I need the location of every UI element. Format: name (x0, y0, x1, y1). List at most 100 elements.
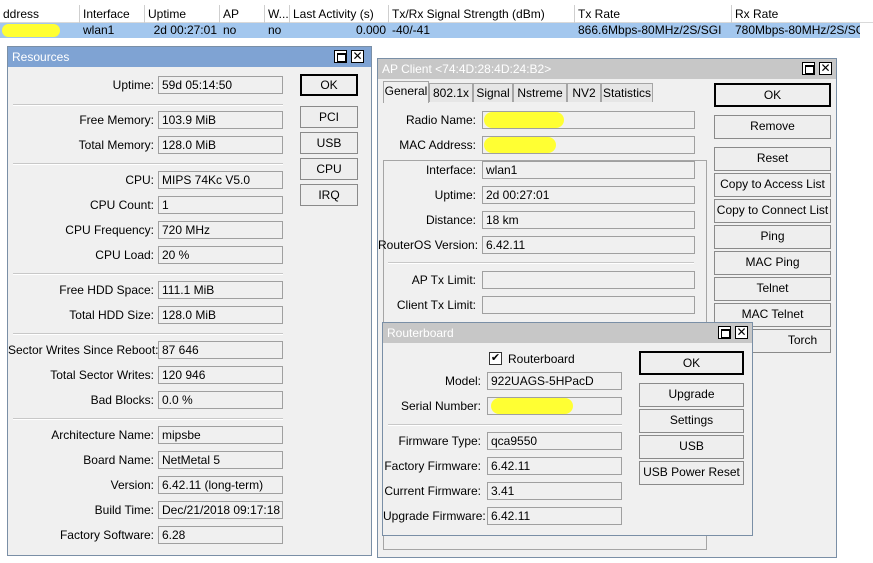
maximize-icon[interactable] (718, 326, 731, 339)
telnet-button[interactable]: Telnet (714, 277, 831, 301)
version-label: Version: (110, 478, 154, 492)
routerboard-checkbox-label: Routerboard (508, 352, 575, 366)
ok-button[interactable]: OK (300, 74, 358, 96)
cell-ap: no (223, 23, 237, 37)
column-header-tx-rate[interactable]: Tx Rate (575, 5, 732, 23)
column-header-signal[interactable]: Tx/Rx Signal Strength (dBm) (389, 5, 575, 23)
version-field[interactable]: 6.42.11 (long-term) (158, 476, 283, 494)
firmware-type-field[interactable]: qca9550 (487, 432, 622, 450)
cpu-frequency-field[interactable]: 720 MHz (158, 221, 283, 239)
architecture-field[interactable]: mipsbe (158, 426, 283, 444)
model-field[interactable]: 922UAGS-5HPacD (487, 372, 622, 390)
interface-field[interactable]: wlan1 (482, 161, 695, 179)
usb-power-reset-button[interactable]: USB Power Reset (639, 461, 744, 485)
tab-8021x[interactable]: 802.1x (429, 83, 473, 102)
total-sector-writes-label: Total Sector Writes: (50, 368, 154, 382)
routerboard-checkbox[interactable]: ✔ (489, 352, 502, 365)
architecture-label: Architecture Name: (51, 428, 154, 442)
upgrade-button[interactable]: Upgrade (639, 383, 744, 407)
column-header-wds[interactable]: W... (265, 5, 290, 23)
radio-name-label: Radio Name: (405, 113, 476, 127)
factory-software-field[interactable]: 6.28 (158, 526, 283, 544)
cell-wds: no (268, 23, 282, 37)
mac-address-label: MAC Address: (399, 138, 476, 152)
upgrade-firmware-field[interactable]: 6.42.11 (487, 507, 622, 525)
close-icon[interactable]: ✕ (819, 62, 832, 75)
cell-interface: wlan1 (83, 23, 115, 37)
column-header-last-activity[interactable]: Last Activity (s) (290, 5, 389, 23)
tab-statistics[interactable]: Statistics (601, 83, 653, 102)
maximize-icon[interactable] (802, 62, 815, 75)
uptime-field[interactable]: 59d 05:14:50 (158, 76, 283, 94)
board-name-field[interactable]: NetMetal 5 (158, 451, 283, 469)
ok-button[interactable]: OK (639, 351, 744, 375)
ap-tx-limit-field[interactable] (482, 271, 695, 289)
usb-button[interactable]: USB (300, 132, 358, 154)
settings-button[interactable]: Settings (639, 409, 744, 433)
build-time-field[interactable]: Dec/21/2018 09:17:18 (158, 501, 283, 519)
total-hdd-field[interactable]: 128.0 MiB (158, 306, 283, 324)
total-sector-writes-field[interactable]: 120 946 (158, 366, 283, 384)
copy-to-access-list-button[interactable]: Copy to Access List (714, 173, 831, 197)
separator (388, 424, 622, 426)
bad-blocks-field[interactable]: 0.0 % (158, 391, 283, 409)
firmware-type-label: Firmware Type: (398, 434, 481, 448)
mac-ping-button[interactable]: MAC Ping (714, 251, 831, 275)
resources-window: Resources ✕ Uptime: 59d 05:14:50 Free Me… (7, 46, 372, 556)
routeros-version-field[interactable]: 6.42.11 (482, 236, 695, 254)
resources-window-title[interactable]: Resources (8, 47, 371, 67)
column-header-interface[interactable]: Interface (80, 5, 145, 23)
cell-signal: -40/-41 (392, 23, 431, 37)
sector-writes-field[interactable]: 87 646 (158, 341, 283, 359)
routerboard-window: Routerboard ✕ ✔ Routerboard Model: 922UA… (382, 322, 753, 536)
tab-nstreme[interactable]: Nstreme (513, 83, 567, 102)
column-header-uptime[interactable]: Uptime (145, 5, 220, 23)
client-tx-limit-field[interactable] (482, 296, 695, 314)
tab-nv2[interactable]: NV2 (567, 83, 601, 102)
irq-button[interactable]: IRQ (300, 184, 358, 206)
column-header-rx-rate[interactable]: Rx Rate (732, 5, 873, 23)
total-memory-field[interactable]: 128.0 MiB (158, 136, 283, 154)
tab-general[interactable]: General (383, 81, 429, 103)
close-icon[interactable]: ✕ (351, 50, 364, 63)
client-tx-limit-label: Client Tx Limit: (396, 298, 476, 312)
column-header-ap[interactable]: AP (220, 5, 265, 23)
current-firmware-field[interactable]: 3.41 (487, 482, 622, 500)
close-icon[interactable]: ✕ (735, 326, 748, 339)
cell-last-activity: 0.000 (355, 23, 386, 37)
free-memory-label: Free Memory: (79, 113, 154, 127)
remove-button[interactable]: Remove (714, 115, 831, 139)
current-firmware-label: Current Firmware: (384, 484, 481, 498)
cpu-load-label: CPU Load: (95, 248, 154, 262)
maximize-icon[interactable] (334, 50, 347, 63)
bad-blocks-label: Bad Blocks: (90, 393, 154, 407)
column-header-address[interactable]: ddress (0, 5, 80, 23)
tab-signal[interactable]: Signal (473, 83, 513, 102)
model-label: Model: (444, 374, 481, 388)
table-header: ddress Interface Uptime AP W... Last Act… (0, 5, 873, 23)
free-memory-field[interactable]: 103.9 MiB (158, 111, 283, 129)
table-row[interactable]: wlan1 2d 00:27:01 no no 0.000 -40/-41 86… (0, 23, 860, 38)
ping-button[interactable]: Ping (714, 225, 831, 249)
distance-field[interactable]: 18 km (482, 211, 695, 229)
redacted-serial-number (491, 398, 573, 414)
separator (13, 104, 283, 106)
uptime-label: Uptime: (112, 78, 154, 92)
ap-client-window-title[interactable]: AP Client <74:4D:28:4D:24:B2> (378, 59, 836, 79)
ap-tx-limit-label: AP Tx Limit: (411, 273, 476, 287)
cpu-button[interactable]: CPU (300, 158, 358, 180)
uptime-field[interactable]: 2d 00:27:01 (482, 186, 695, 204)
cpu-load-field[interactable]: 20 % (158, 246, 283, 264)
ok-button[interactable]: OK (714, 83, 831, 107)
factory-firmware-field[interactable]: 6.42.11 (487, 457, 622, 475)
free-hdd-field[interactable]: 111.1 MiB (158, 281, 283, 299)
reset-button[interactable]: Reset (714, 147, 831, 171)
copy-to-connect-list-button[interactable]: Copy to Connect List (714, 199, 831, 223)
redacted-address (2, 24, 60, 37)
total-memory-label: Total Memory: (78, 138, 154, 152)
cpu-field[interactable]: MIPS 74Kc V5.0 (158, 171, 283, 189)
usb-button[interactable]: USB (639, 435, 744, 459)
routerboard-window-title[interactable]: Routerboard (383, 323, 752, 343)
pci-button[interactable]: PCI (300, 106, 358, 128)
cpu-count-field[interactable]: 1 (158, 196, 283, 214)
